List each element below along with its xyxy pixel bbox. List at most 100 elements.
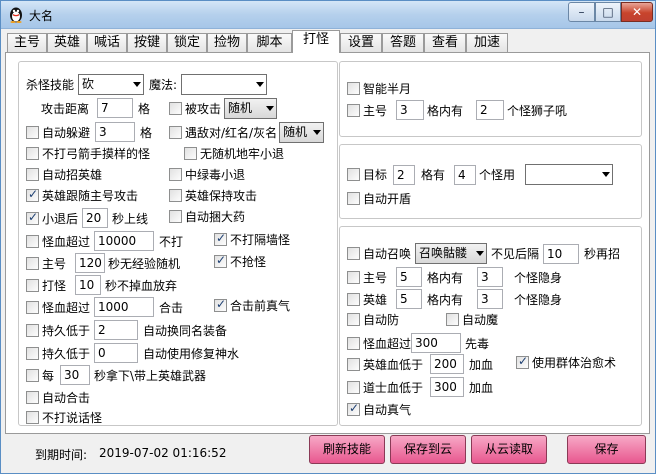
main-hide-range-input[interactable]: 5 (396, 267, 423, 287)
no-wall-checkbox[interactable] (214, 231, 227, 246)
save-button[interactable]: 保存 (567, 435, 646, 464)
summon-hero-checkbox[interactable] (26, 168, 39, 181)
durability-repair-checkbox[interactable] (26, 346, 39, 360)
no-steal-checkbox[interactable] (214, 253, 227, 268)
tab-settings[interactable]: 设置 (340, 33, 382, 52)
tab-fight[interactable]: 打怪 (292, 30, 340, 53)
hero-heal-checkbox[interactable] (347, 357, 360, 371)
hero-follow-checkbox[interactable] (26, 187, 39, 202)
tab-script[interactable]: 脚本 (247, 33, 292, 52)
tab-view[interactable]: 查看 (424, 33, 466, 52)
weapon-swap-input[interactable]: 30 (60, 365, 91, 385)
attacked-select[interactable]: 随机 (224, 98, 278, 119)
target-label: 目标 (363, 168, 388, 182)
hero-hide-range-input[interactable]: 5 (396, 289, 423, 309)
app-window: 大名 – □ ✕ 主号 英雄 喊话 按键 锁定 捡物 脚本 打怪 设置 答题 查… (0, 0, 656, 474)
roar-count-input[interactable]: 2 (476, 100, 505, 120)
save-to-cloud-button[interactable]: 保存到云 (390, 435, 466, 464)
tab-lock[interactable]: 锁定 (167, 33, 207, 52)
target-skill-select[interactable] (525, 164, 614, 185)
durability-swap-input[interactable]: 2 (94, 320, 139, 340)
hero-heal-input[interactable]: 200 (430, 354, 465, 374)
skill-select[interactable]: 砍 (78, 74, 145, 95)
green-poison-checkbox[interactable] (169, 168, 182, 181)
summon-select[interactable]: 召唤骷髅 (415, 243, 488, 264)
give-up-checkbox[interactable] (26, 278, 39, 292)
dodge-checkbox[interactable] (26, 125, 39, 139)
maximize-button[interactable]: □ (595, 2, 621, 22)
taoist-heal-checkbox[interactable] (347, 380, 360, 394)
tab-shout[interactable]: 喊话 (87, 33, 127, 52)
roar-checkbox[interactable] (347, 103, 360, 117)
target-count-input[interactable]: 4 (454, 164, 477, 185)
give-up-input[interactable]: 10 (75, 275, 102, 295)
resummon-label: 不见后隔 (491, 247, 540, 261)
auto-summon-checkbox[interactable] (347, 247, 360, 260)
main-hide-checkbox[interactable] (347, 270, 360, 284)
tab-main[interactable]: 主号 (7, 33, 47, 52)
refresh-skills-button[interactable]: 刷新技能 (309, 435, 385, 464)
main-noexp-checkbox[interactable] (26, 256, 39, 270)
main-hide-count-input[interactable]: 3 (477, 267, 504, 287)
roar-range-input[interactable]: 3 (396, 100, 425, 120)
auto-shield-checkbox[interactable] (347, 192, 360, 205)
target-range-input[interactable]: 2 (393, 164, 416, 185)
auto-combo-checkbox[interactable] (26, 391, 39, 404)
hp-limit-checkbox[interactable] (26, 234, 39, 248)
no-archer-checkbox[interactable] (26, 147, 39, 160)
main-hide-suffix: 个怪隐身 (514, 270, 563, 285)
auto-zhenqi-checkbox[interactable] (347, 401, 360, 416)
give-up-suffix: 秒不掉血放弃 (105, 278, 178, 293)
auto-summon-label: 自动召唤 (363, 247, 412, 261)
enemy-select[interactable]: 随机 (279, 122, 325, 143)
taoist-heal-input[interactable]: 300 (430, 377, 465, 397)
minimize-button[interactable]: – (568, 2, 595, 22)
half-moon-checkbox[interactable] (347, 82, 360, 95)
combo-hp-checkbox[interactable] (26, 300, 39, 314)
poison-first-checkbox[interactable] (347, 336, 360, 350)
hero-hide-checkbox[interactable] (347, 292, 360, 306)
smallback-checkbox[interactable] (26, 210, 39, 225)
tab-hero[interactable]: 英雄 (47, 33, 87, 52)
poison-first-suffix: 先毒 (465, 336, 490, 351)
resummon-input[interactable]: 10 (543, 243, 580, 264)
dodge-label: 自动躲避 (42, 125, 91, 140)
close-button[interactable]: ✕ (621, 2, 653, 22)
no-talking-checkbox[interactable] (26, 411, 39, 424)
auto-magic-checkbox[interactable] (446, 313, 459, 326)
main-noexp-input[interactable]: 120 (75, 253, 106, 273)
catch-medicine-checkbox[interactable] (169, 210, 182, 223)
roar-group: 智能半月 主号 3 格内有 2 个怪狮子吼 (339, 61, 642, 137)
combo-zhenqi-checkbox[interactable] (214, 297, 227, 312)
combo-hp-input[interactable]: 1000 (94, 297, 155, 317)
tab-quiz[interactable]: 答题 (382, 33, 424, 52)
poison-first-input[interactable]: 300 (411, 333, 462, 353)
tab-pickup[interactable]: 捡物 (207, 33, 247, 52)
group-heal-checkbox[interactable] (516, 354, 529, 369)
durability-swap-checkbox[interactable] (26, 323, 39, 337)
attacked-checkbox[interactable] (169, 102, 182, 115)
dodge-input[interactable]: 3 (95, 122, 136, 142)
durability-repair-input[interactable]: 0 (94, 343, 139, 363)
hp-limit-input[interactable]: 10000 (94, 231, 155, 251)
no-wall-label: 不打隔墙怪 (230, 233, 291, 247)
distance-input[interactable]: 7 (97, 98, 134, 118)
magic-select[interactable] (181, 74, 268, 95)
hero-hide-count-input[interactable]: 3 (477, 289, 504, 309)
hero-keep-checkbox[interactable] (169, 189, 182, 202)
tab-keys[interactable]: 按键 (127, 33, 167, 52)
auto-defense-checkbox[interactable] (347, 313, 360, 326)
enemy-checkbox[interactable] (169, 126, 182, 139)
auto-zhenqi-label: 自动真气 (363, 403, 412, 417)
target-checkbox[interactable] (347, 168, 360, 181)
no-dungeon-checkbox[interactable] (184, 147, 197, 160)
hp-limit-label: 怪血超过 (42, 234, 91, 249)
tab-speed[interactable]: 加速 (466, 33, 508, 52)
no-archer-label: 不打弓箭手摸样的怪 (42, 147, 151, 161)
smallback-input[interactable]: 20 (82, 208, 109, 228)
hero-heal-suffix: 加血 (469, 357, 494, 372)
weapon-swap-label: 每 (42, 368, 55, 383)
load-from-cloud-button[interactable]: 从云读取 (471, 435, 547, 464)
weapon-swap-checkbox[interactable] (26, 368, 39, 382)
magic-label: 魔法: (149, 78, 178, 92)
